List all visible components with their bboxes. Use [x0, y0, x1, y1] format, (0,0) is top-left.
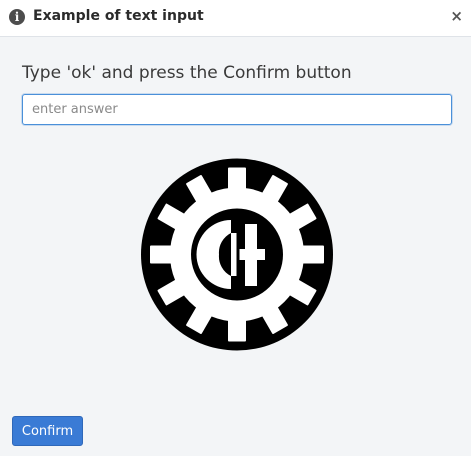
dialog-title: Example of text input: [33, 8, 204, 24]
answer-input[interactable]: [22, 94, 452, 125]
prompt-text: Type 'ok' and press the Confirm button: [22, 63, 352, 83]
dialog-window: i Example of text input × Type 'ok' and …: [0, 0, 471, 456]
dialog-titlebar: i Example of text input ×: [0, 0, 471, 37]
close-button[interactable]: ×: [450, 7, 463, 25]
info-icon: i: [9, 9, 25, 25]
gear-logo-icon: [141, 158, 333, 351]
confirm-button[interactable]: Confirm: [12, 416, 83, 446]
